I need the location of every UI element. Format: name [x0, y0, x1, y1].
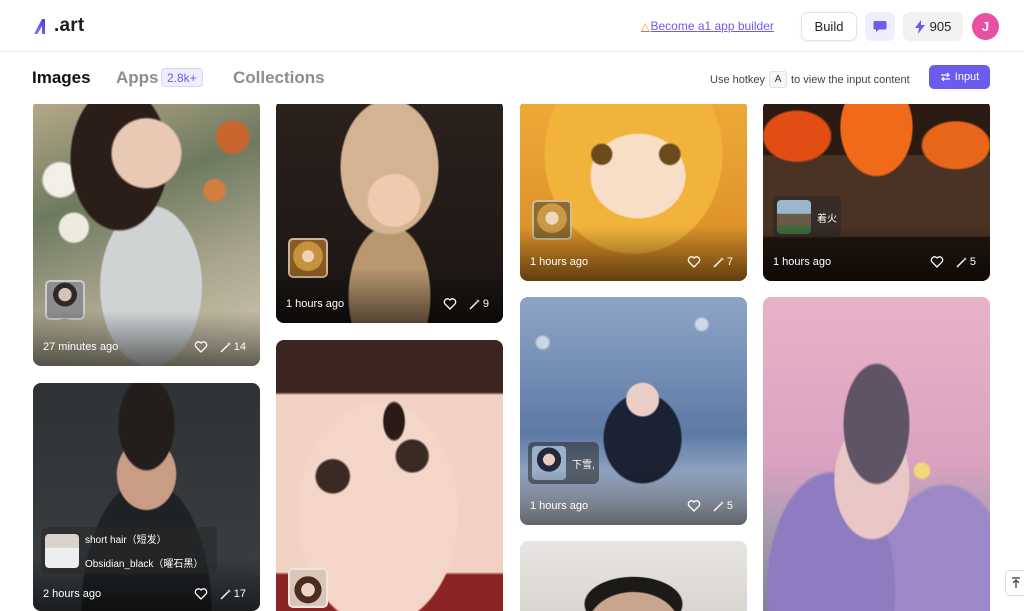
- prompt-tag-text: 下雪,: [572, 459, 595, 471]
- card-time: 1 hours ago: [530, 256, 589, 268]
- logo-text: .art: [54, 15, 85, 36]
- magic-wand-icon: [469, 298, 480, 309]
- card-shade: [763, 226, 990, 281]
- magic-wand-icon: [220, 588, 231, 599]
- card-image: [520, 541, 747, 611]
- card-meta: 1 hours ago 5: [530, 499, 733, 513]
- card-meta: 1 hours ago 7: [530, 255, 733, 269]
- credits-count: 905: [929, 19, 952, 34]
- prompt-tag-line2: Obsidian_black（曜石黑）: [85, 559, 204, 570]
- source-thumbnail[interactable]: [288, 568, 328, 608]
- card-meta: 27 minutes ago 14: [43, 340, 246, 354]
- card-shade: [276, 268, 503, 323]
- tabs-bar: Images Apps 2.8k+ Collections Use hotkey…: [0, 52, 1024, 104]
- remix-count[interactable]: 5: [713, 500, 733, 512]
- user-avatar[interactable]: J: [972, 13, 999, 40]
- remix-count[interactable]: 7: [713, 256, 733, 268]
- remix-count-value: 17: [233, 588, 246, 600]
- heart-icon[interactable]: [930, 255, 944, 269]
- card-meta: 1 hours ago 9: [286, 297, 489, 311]
- arrow-up-icon: [1012, 577, 1020, 588]
- apps-count-badge: 2.8k+: [161, 68, 203, 87]
- chat-icon: [873, 21, 887, 32]
- scroll-to-top-button[interactable]: [1005, 570, 1024, 596]
- input-button[interactable]: Input: [929, 65, 990, 89]
- magic-wand-icon: [713, 500, 724, 511]
- remix-count[interactable]: 9: [469, 298, 489, 310]
- tab-apps[interactable]: Apps: [116, 68, 159, 88]
- card-meta: 1 hours ago 5: [773, 255, 976, 269]
- magic-wand-icon: [713, 256, 724, 267]
- remix-count-value: 7: [726, 256, 733, 268]
- top-header: .art △Become a1 app builder Build 905 J: [0, 0, 1024, 52]
- hotkey-suffix: to view the input content: [791, 73, 910, 86]
- heart-icon[interactable]: [194, 340, 208, 354]
- tab-images[interactable]: Images: [32, 68, 91, 88]
- card-shade: [33, 311, 260, 366]
- image-card[interactable]: 1 hours ago 7: [520, 104, 747, 281]
- become-builder-link[interactable]: △Become a1 app builder: [641, 19, 774, 33]
- hotkey-prefix: Use hotkey: [710, 73, 766, 86]
- swap-icon: [940, 72, 950, 82]
- magic-wand-icon: [956, 256, 967, 267]
- chat-button[interactable]: [865, 12, 895, 41]
- image-card[interactable]: 下雪, 1 hours ago 5: [520, 297, 747, 525]
- card-meta: 2 hours ago 17: [43, 587, 246, 601]
- hotkey-key: A: [769, 71, 788, 88]
- source-thumbnail: [45, 533, 79, 568]
- card-time: 1 hours ago: [530, 500, 589, 512]
- prompt-tag[interactable]: short hair（短发） Obsidian_black（曜石黑）: [41, 527, 217, 574]
- input-button-label: Input: [954, 71, 980, 83]
- prompt-tag-text: 着火: [817, 213, 837, 225]
- card-time: 2 hours ago: [43, 588, 102, 600]
- lightning-icon: [914, 19, 925, 34]
- remix-count-value: 5: [726, 500, 733, 512]
- heart-icon[interactable]: [687, 255, 701, 269]
- card-shade: [520, 470, 747, 525]
- tab-collections[interactable]: Collections: [233, 68, 325, 88]
- image-card[interactable]: 27 minutes ago 14: [33, 104, 260, 366]
- remix-count[interactable]: 14: [220, 341, 246, 353]
- heart-icon[interactable]: [194, 587, 208, 601]
- remix-count[interactable]: 17: [220, 588, 246, 600]
- image-card[interactable]: [276, 340, 503, 611]
- image-card[interactable]: [763, 297, 990, 611]
- image-card[interactable]: 1 hours ago 9: [276, 104, 503, 323]
- card-time: 1 hours ago: [286, 298, 345, 310]
- heart-icon[interactable]: [687, 499, 701, 513]
- fire-icon: △: [641, 21, 650, 33]
- image-grid: 27 minutes ago 14 short hair（短发） Obsidia…: [0, 104, 1024, 611]
- a1-logo-icon: [34, 19, 45, 34]
- image-card[interactable]: 着火 1 hours ago 5: [763, 104, 990, 281]
- remix-count-value: 9: [482, 298, 489, 310]
- credits-button[interactable]: 905: [903, 12, 963, 41]
- image-card[interactable]: [520, 541, 747, 611]
- card-time: 27 minutes ago: [43, 341, 119, 353]
- remix-count-value: 5: [969, 256, 976, 268]
- become-builder-text: Become a1 app builder: [650, 19, 774, 33]
- card-time: 1 hours ago: [773, 256, 832, 268]
- hotkey-hint: Use hotkey A to view the input content: [710, 71, 910, 88]
- heart-icon[interactable]: [443, 297, 457, 311]
- logo[interactable]: .art: [32, 14, 84, 38]
- card-shade: [520, 226, 747, 281]
- build-button[interactable]: Build: [801, 12, 857, 41]
- remix-count-value: 14: [233, 341, 246, 353]
- image-card[interactable]: short hair（短发） Obsidian_black（曜石黑） 2 hou…: [33, 383, 260, 611]
- prompt-tag-line1: short hair（短发）: [85, 535, 167, 546]
- remix-count[interactable]: 5: [956, 256, 976, 268]
- magic-wand-icon: [220, 341, 231, 352]
- card-image: [763, 297, 990, 611]
